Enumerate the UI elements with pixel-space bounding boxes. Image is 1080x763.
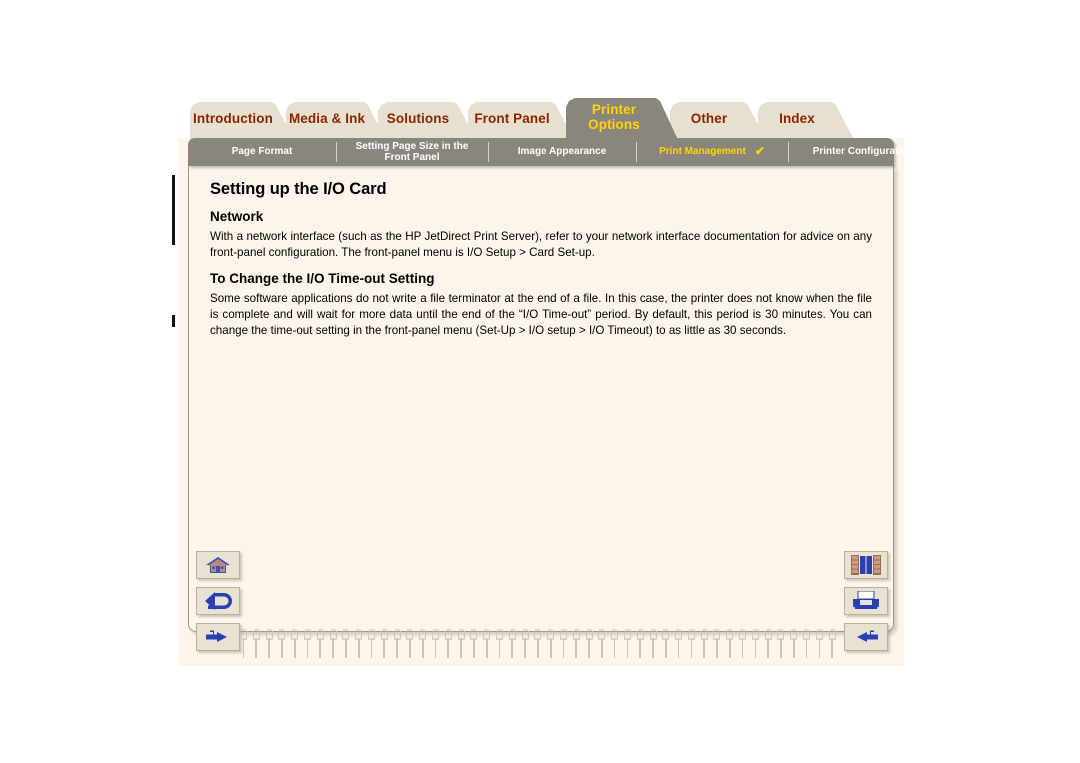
subtab-label: Printer Configuration [812, 146, 914, 158]
spiral-coil [252, 629, 260, 662]
spiral-coil [726, 629, 734, 662]
spiral-coil [367, 629, 375, 662]
spiral-coil [329, 629, 337, 662]
spiral-coil [700, 629, 708, 662]
spiral-coil [278, 629, 286, 662]
subtab-setting-page-size-front-panel[interactable]: Setting Page Size in the Front Panel [336, 141, 488, 163]
bookshelf-icon [851, 555, 881, 575]
paragraph-network: With a network interface (such as the HP… [210, 230, 872, 259]
subtab-label: Page Format [231, 146, 293, 158]
spiral-coil [611, 629, 619, 662]
subtab-label: Print Management [659, 146, 746, 158]
spiral-coil [585, 629, 593, 662]
tab-label: Index [779, 111, 815, 127]
tab-introduction[interactable]: Introduction [190, 102, 294, 140]
spiral-coil [303, 629, 311, 662]
page-title: Setting up the I/O Card [210, 180, 387, 198]
nav-library-button[interactable] [844, 551, 888, 579]
nav-home-button[interactable] [196, 551, 240, 579]
spiral-coil [559, 629, 567, 662]
spiral-binding [240, 629, 836, 663]
spiral-coil [649, 629, 657, 662]
spiral-coil [265, 629, 273, 662]
spiral-coil [380, 629, 388, 662]
manual-page: Introduction Media & Ink Solutions Front… [172, 96, 913, 666]
spiral-coil [623, 629, 631, 662]
tab-label-line1: Printer [591, 102, 637, 118]
spiral-coil [444, 629, 452, 662]
tab-label: Introduction [193, 111, 273, 127]
spiral-coil [764, 629, 772, 662]
subtab-image-appearance[interactable]: Image Appearance [488, 141, 636, 163]
spiral-coil [355, 629, 363, 662]
tab-label: Media & Ink [288, 111, 366, 127]
spiral-coil [470, 629, 478, 662]
tab-other[interactable]: Other [670, 102, 766, 140]
spiral-coil [547, 629, 555, 662]
tab-printer-options[interactable]: Printer Options [566, 98, 678, 140]
spiral-coil [393, 629, 401, 662]
spiral-coil [777, 629, 785, 662]
subtab-page-format[interactable]: Page Format [188, 141, 336, 163]
tab-label: Other [690, 111, 728, 127]
spiral-coil [495, 629, 503, 662]
spiral-coil [636, 629, 644, 662]
subtab-label-line1: Setting Page Size in the [355, 140, 469, 152]
tab-solutions[interactable]: Solutions [378, 102, 476, 140]
spiral-coil [687, 629, 695, 662]
spiral-coil [815, 629, 823, 662]
nav-print-button[interactable] [844, 587, 888, 615]
paragraph-io-timeout: Some software applications do not write … [210, 292, 872, 337]
spiral-coil [598, 629, 606, 662]
tab-label: Front Panel [474, 111, 550, 127]
spiral-coil [675, 629, 683, 662]
tab-media-ink[interactable]: Media & Ink [286, 102, 386, 140]
spiral-coil [662, 629, 670, 662]
spiral-coil [316, 629, 324, 662]
spiral-coil [534, 629, 542, 662]
tab-index[interactable]: Index [758, 102, 854, 140]
change-bar-short [172, 315, 175, 327]
heading-network: Network [210, 209, 264, 224]
check-icon: ✔ [754, 144, 765, 159]
spiral-coil [508, 629, 516, 662]
subtab-print-management[interactable]: Print Management ✔ [636, 141, 788, 163]
content-panel: Setting up the I/O Card Network With a n… [188, 166, 894, 632]
spiral-coil [572, 629, 580, 662]
back-arrow-icon [205, 592, 232, 610]
spiral-coil [419, 629, 427, 662]
spiral-coil [828, 629, 836, 662]
spiral-coil [240, 629, 247, 662]
spiral-coil [457, 629, 465, 662]
nav-back-button[interactable] [196, 587, 240, 615]
change-bar-long [172, 175, 175, 245]
spiral-coil [431, 629, 439, 662]
spiral-coil [790, 629, 798, 662]
subtab-label-line2: Front Panel [384, 152, 440, 163]
spiral-coil [406, 629, 414, 662]
tab-front-panel[interactable]: Front Panel [468, 102, 574, 140]
pointing-hand-left-icon [857, 630, 878, 642]
spiral-coil [803, 629, 811, 662]
spiral-coil [713, 629, 721, 662]
spiral-coil [739, 629, 747, 662]
nav-next-button[interactable] [196, 623, 240, 651]
spiral-coil [521, 629, 529, 662]
spiral-coil [342, 629, 350, 662]
nav-previous-button[interactable] [844, 623, 888, 651]
sub-tab-bar: Page Format Setting Page Size in the Fro… [188, 138, 913, 166]
heading-io-timeout: To Change the I/O Time-out Setting [210, 271, 435, 287]
home-icon [206, 557, 230, 573]
main-tab-bar: Introduction Media & Ink Solutions Front… [178, 96, 904, 140]
tab-label-line2: Options [588, 116, 640, 132]
subtab-printer-configuration[interactable]: Printer Configuration [788, 141, 938, 163]
spiral-coil [751, 629, 759, 662]
pointing-hand-right-icon [206, 630, 227, 642]
spiral-coil [291, 629, 299, 662]
printer-icon [853, 591, 879, 609]
subtab-label: Image Appearance [517, 146, 607, 158]
tab-label: Solutions [386, 111, 450, 127]
spiral-coil [483, 629, 491, 662]
